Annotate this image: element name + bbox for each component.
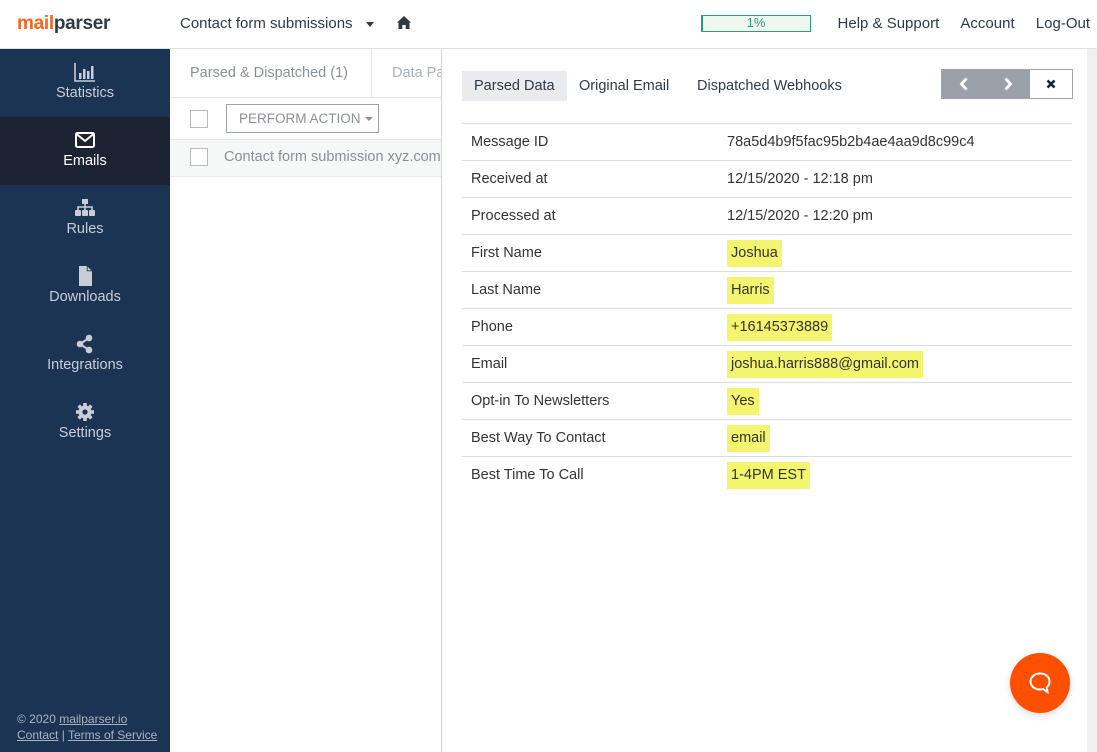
field-name: Phone — [471, 319, 513, 335]
perform-action-label: PERFORM ACTION — [239, 111, 361, 126]
next-email-button[interactable] — [986, 70, 1030, 98]
mailbox-selector[interactable]: Contact form submissions — [180, 15, 353, 32]
top-bar: mailparser Contact form submissions 1% H… — [0, 0, 1097, 49]
file-icon — [79, 266, 92, 286]
gear-icon — [76, 403, 94, 421]
sidebar-item-emails[interactable]: Emails — [0, 117, 170, 185]
field-value: joshua.harris888@gmail.com — [727, 351, 923, 378]
table-row: Email joshua.harris888@gmail.com — [462, 346, 1072, 383]
mailbox-caret-down-icon[interactable] — [366, 22, 374, 27]
field-name: Opt-in To Newsletters — [471, 393, 610, 409]
table-row: Received at 12/15/2020 - 12:18 pm — [462, 161, 1072, 198]
tab-dispatched-webhooks[interactable]: Dispatched Webhooks — [685, 71, 854, 101]
field-value: 12/15/2020 - 12:20 pm — [727, 208, 873, 224]
perform-action-button[interactable]: PERFORM ACTION — [226, 104, 379, 133]
account-link[interactable]: Account — [960, 15, 1014, 32]
sidebar-item-label: Rules — [66, 221, 104, 237]
copyright-text: © 2020 — [17, 712, 60, 726]
sitemap-icon — [75, 199, 95, 216]
tab-original-email[interactable]: Original Email — [567, 71, 681, 101]
field-value: +16145373889 — [727, 314, 833, 341]
chevron-right-icon — [1004, 77, 1013, 91]
email-subject: Contact form submission xyz.com — [224, 149, 441, 165]
email-list-panel: Parsed & Dispatched (1) Data Pa PERFORM … — [170, 49, 442, 752]
logout-link[interactable]: Log-Out — [1036, 15, 1090, 32]
sidebar-item-statistics[interactable]: Statistics — [0, 49, 170, 117]
field-name: Best Way To Contact — [471, 430, 606, 446]
table-row: Last Name Harris — [462, 272, 1072, 309]
field-name: Email — [471, 356, 508, 372]
sidebar-item-label: Statistics — [55, 85, 114, 101]
bar-chart-icon — [74, 63, 95, 82]
field-value: 1-4PM EST — [727, 462, 810, 489]
sidebar-item-integrations[interactable]: Integrations — [0, 321, 170, 389]
email-select-checkbox[interactable] — [190, 148, 208, 166]
field-name: First Name — [471, 245, 542, 261]
quota-progress-fill — [702, 16, 704, 31]
previous-email-button[interactable] — [942, 70, 986, 98]
sidebar-item-label: Emails — [63, 153, 107, 169]
table-row: Processed at 12/15/2020 - 12:20 pm — [462, 198, 1072, 235]
field-name: Message ID — [471, 134, 549, 150]
table-row: Best Way To Contact email — [462, 420, 1072, 457]
quota-label: 1% — [746, 15, 766, 30]
home-icon[interactable] — [397, 16, 411, 29]
logo-parser-text: parser — [53, 13, 111, 34]
list-actions-row: PERFORM ACTION — [170, 98, 442, 140]
close-icon — [1046, 79, 1056, 89]
footer-separator: | — [58, 728, 68, 742]
sidebar-item-label: Settings — [58, 425, 112, 441]
field-value: Yes — [727, 388, 759, 415]
field-value: 12/15/2020 - 12:18 pm — [727, 171, 873, 187]
chat-widget-button[interactable] — [1010, 653, 1070, 713]
help-support-link[interactable]: Help & Support — [838, 15, 940, 32]
tab-parsed-data[interactable]: Parsed Data — [462, 71, 567, 101]
select-all-checkbox[interactable] — [190, 110, 208, 128]
table-row: Message ID 78a5d4b9f5fac95b2b4ae4aa9d8c99… — [462, 124, 1072, 161]
table-row: Phone +16145373889 — [462, 309, 1072, 346]
sidebar-item-rules[interactable]: Rules — [0, 185, 170, 253]
field-value: Harris — [727, 277, 774, 304]
field-name: Last Name — [471, 282, 542, 298]
caret-down-icon — [364, 117, 373, 122]
site-link[interactable]: mailparser.io — [59, 712, 127, 726]
quota-progress-bar: 1% — [701, 15, 811, 32]
share-icon — [76, 334, 93, 354]
chevron-left-icon — [959, 77, 968, 91]
field-value: email — [727, 425, 770, 452]
sidebar-item-label: Downloads — [49, 289, 121, 305]
chat-bubble-icon — [1029, 672, 1051, 695]
tab-data-parsed[interactable]: Data Pa — [392, 49, 442, 98]
field-value: Joshua — [727, 240, 782, 267]
tab-parsed-dispatched[interactable]: Parsed & Dispatched (1) — [190, 49, 348, 98]
close-detail-button[interactable] — [1030, 70, 1072, 98]
sidebar-item-label: Integrations — [47, 357, 123, 373]
table-row: First Name Joshua — [462, 235, 1072, 272]
sidebar-item-downloads[interactable]: Downloads — [0, 253, 170, 321]
contact-link[interactable]: Contact — [17, 728, 58, 742]
logo-mail-text: mail — [17, 13, 54, 34]
sidebar-item-settings[interactable]: Settings — [0, 389, 170, 457]
field-name: Processed at — [471, 208, 556, 224]
parsed-data-table: Message ID 78a5d4b9f5fac95b2b4ae4aa9d8c99… — [462, 123, 1072, 494]
terms-link[interactable]: Terms of Service — [68, 728, 157, 742]
detail-nav-buttons — [941, 69, 1073, 99]
table-row: Opt-in To Newsletters Yes — [462, 383, 1072, 420]
email-list-item[interactable]: Contact form submission xyz.com — [170, 140, 442, 177]
table-row: Best Time To Call 1-4PM EST — [462, 457, 1072, 494]
sidebar: Statistics Emails Rules Downloads Integr… — [0, 49, 170, 752]
field-name: Received at — [471, 171, 548, 187]
mailparser-logo[interactable]: mailparser — [17, 13, 110, 35]
tab-divider — [371, 49, 372, 98]
detail-scrollbar[interactable] — [1087, 49, 1097, 752]
email-detail-panel: Parsed Data Original Email Dispatched We… — [441, 49, 1087, 752]
email-list-tabs: Parsed & Dispatched (1) Data Pa — [170, 49, 442, 98]
envelope-icon — [75, 132, 95, 148]
field-name: Best Time To Call — [471, 467, 584, 483]
field-value: 78a5d4b9f5fac95b2b4ae4aa9d8c99c4 — [727, 134, 975, 150]
sidebar-footer: © 2020 mailparser.io Contact | Terms of … — [17, 711, 157, 743]
top-nav-links: Help & Support Account Log-Out — [821, 15, 1090, 32]
